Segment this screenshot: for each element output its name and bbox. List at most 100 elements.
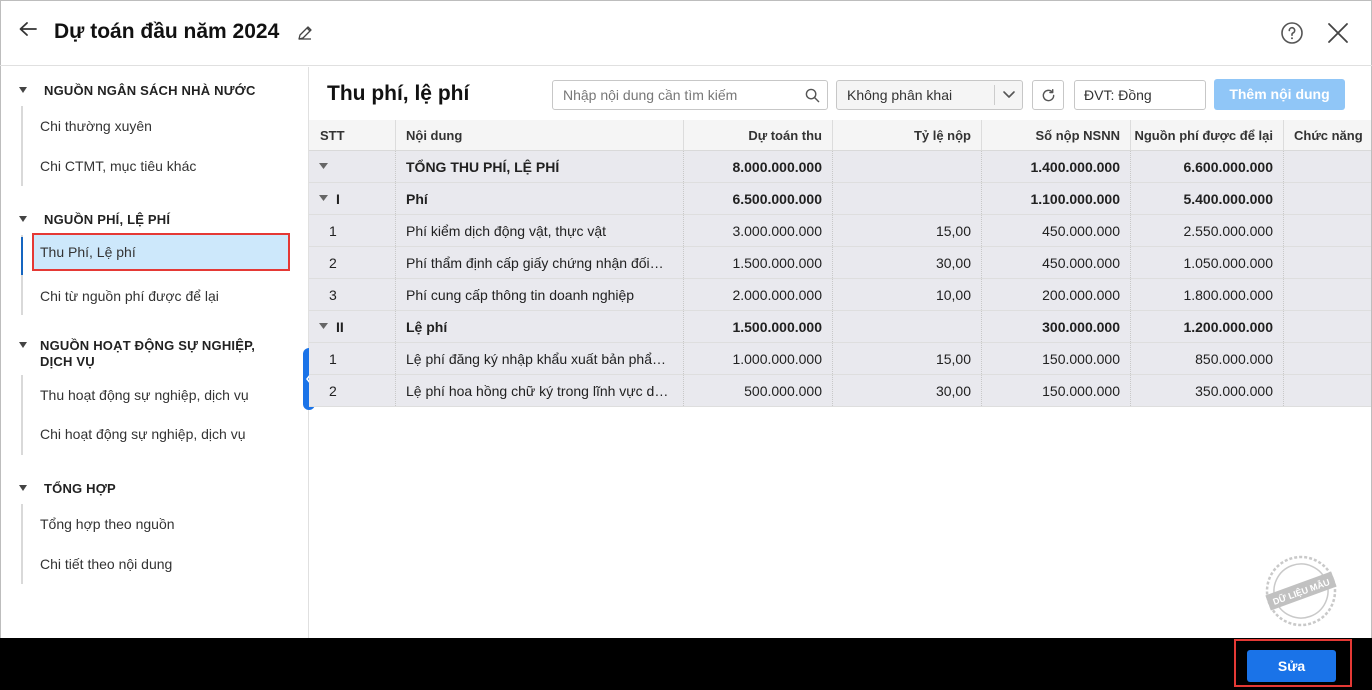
dialog-header: Dự toán đầu năm 2024: [0, 0, 1372, 66]
caret-down-icon: [319, 195, 328, 201]
active-indicator: [21, 237, 23, 275]
cell-du-toan-thu: 1.000.000.000: [684, 343, 833, 374]
table-row[interactable]: 2 Phí thẩm định cấp giấy chứng nhận đối……: [309, 247, 1371, 279]
sidebar-group-hoat-dong-su-nghiep[interactable]: NGUỒN HOẠT ĐỘNG SỰ NGHIỆP, DỊCH VỤ: [18, 338, 255, 370]
cell-content: Phí kiểm dịch động vật, thực vật: [396, 215, 684, 246]
cell-so-nop-nsnn: 1.100.000.000: [982, 183, 1131, 214]
column-header-stt[interactable]: STT: [309, 120, 396, 150]
table-row[interactable]: 3 Phí cung cấp thông tin doanh nghiệp 2.…: [309, 279, 1371, 311]
cell-nguon-phi: 350.000.000: [1131, 375, 1284, 406]
cell-so-nop-nsnn: 1.400.000.000: [982, 151, 1131, 182]
sidebar-group-ngan-sach[interactable]: NGUỒN NGÂN SÁCH NHÀ NƯỚC: [18, 83, 256, 98]
sidebar-group-label-cont: DỊCH VỤ: [40, 354, 95, 369]
column-header-chuc-nang[interactable]: Chức năng: [1284, 120, 1371, 150]
sidebar-item-chi-thuong-xuyen[interactable]: Chi thường xuyên: [32, 107, 290, 145]
unit-field[interactable]: ĐVT: Đồng: [1074, 80, 1206, 110]
table-row-total[interactable]: TỔNG THU PHÍ, LỆ PHÍ 8.000.000.000 1.400…: [309, 151, 1371, 183]
cell-actions[interactable]: [1284, 215, 1371, 246]
search-input[interactable]: [553, 81, 793, 109]
search-icon[interactable]: [805, 88, 820, 103]
cell-stt: 2: [309, 375, 396, 406]
cell-content: Lệ phí: [396, 311, 684, 342]
chevron-down-icon: [1003, 91, 1015, 98]
cell-so-nop-nsnn: 450.000.000: [982, 215, 1131, 246]
cell-du-toan-thu: 3.000.000.000: [684, 215, 833, 246]
cell-content: TỔNG THU PHÍ, LỆ PHÍ: [396, 151, 684, 182]
cell-content: Phí: [396, 183, 684, 214]
allocation-select[interactable]: Không phân khai: [836, 80, 1023, 110]
sidebar-item-thu-hoat-dong[interactable]: Thu hoạt động sự nghiệp, dịch vụ: [32, 376, 290, 414]
caret-down-icon: [19, 87, 27, 93]
cell-stt: 2: [309, 247, 396, 278]
page-title: Dự toán đầu năm 2024: [54, 20, 280, 43]
table-row[interactable]: 2 Lệ phí hoa hồng chữ ký trong lĩnh vực …: [309, 375, 1371, 407]
cell-ty-le-nop: 15,00: [833, 343, 982, 374]
row-toggle[interactable]: [309, 151, 396, 182]
cell-content: Lệ phí đăng ký nhập khẩu xuất bản phẩm…: [396, 343, 684, 374]
cell-actions[interactable]: [1284, 151, 1371, 182]
pencil-icon[interactable]: [296, 24, 314, 42]
dialog-footer: Sửa: [0, 638, 1372, 690]
sidebar-group-label: TỔNG HỢP: [44, 481, 116, 496]
caret-down-icon: [319, 163, 328, 169]
cell-stt: 1: [309, 215, 396, 246]
search-box: [552, 80, 828, 110]
select-value: Không phân khai: [847, 87, 953, 103]
column-header-du-toan-thu[interactable]: Dự toán thu: [684, 120, 833, 150]
column-header-so-nop-nsnn[interactable]: Số nộp NSNN: [982, 120, 1131, 150]
group-line: [21, 504, 23, 584]
cell-ty-le-nop: 10,00: [833, 279, 982, 310]
section-title: Thu phí, lệ phí: [327, 82, 470, 105]
close-icon[interactable]: [1326, 21, 1350, 45]
cell-actions[interactable]: [1284, 343, 1371, 374]
cell-so-nop-nsnn: 450.000.000: [982, 247, 1131, 278]
row-toggle[interactable]: I: [309, 183, 396, 214]
cell-nguon-phi: 1.050.000.000: [1131, 247, 1284, 278]
group-line: [21, 106, 23, 186]
sidebar-group-label: NGUỒN NGÂN SÁCH NHÀ NƯỚC: [44, 83, 256, 98]
table-row[interactable]: 1 Phí kiểm dịch động vật, thực vật 3.000…: [309, 215, 1371, 247]
edit-button[interactable]: Sửa: [1247, 650, 1336, 682]
table-row-group[interactable]: II Lệ phí 1.500.000.000 300.000.000 1.20…: [309, 311, 1371, 343]
sidebar-item-tong-hop-theo-nguon[interactable]: Tổng hợp theo nguồn: [32, 505, 290, 543]
cell-nguon-phi: 850.000.000: [1131, 343, 1284, 374]
cell-actions[interactable]: [1284, 311, 1371, 342]
sidebar-group-tong-hop[interactable]: TỔNG HỢP: [18, 481, 116, 496]
sidebar-item-chi-tu-nguon-phi[interactable]: Chi từ nguồn phí được để lại: [32, 277, 290, 315]
sidebar-group-label: NGUỒN PHÍ, LỆ PHÍ: [44, 212, 171, 227]
table-header: STT Nội dung Dự toán thu Tỷ lệ nộp Số nộ…: [309, 120, 1371, 151]
sidebar-item-chi-ctmt[interactable]: Chi CTMT, mục tiêu khác: [32, 147, 290, 185]
column-header-ty-le-nop[interactable]: Tỷ lệ nộp: [833, 120, 982, 150]
table-row-group[interactable]: I Phí 6.500.000.000 1.100.000.000 5.400.…: [309, 183, 1371, 215]
caret-down-icon: [319, 323, 328, 329]
table-row[interactable]: 1 Lệ phí đăng ký nhập khẩu xuất bản phẩm…: [309, 343, 1371, 375]
sidebar-item-chi-hoat-dong[interactable]: Chi hoạt động sự nghiệp, dịch vụ: [32, 415, 290, 453]
cell-ty-le-nop: [833, 311, 982, 342]
cell-actions[interactable]: [1284, 183, 1371, 214]
row-toggle[interactable]: II: [309, 311, 396, 342]
add-content-button[interactable]: Thêm nội dung: [1214, 79, 1345, 110]
cell-actions[interactable]: [1284, 247, 1371, 278]
cell-du-toan-thu: 1.500.000.000: [684, 247, 833, 278]
sidebar-item-chi-tiet-theo-noi-dung[interactable]: Chi tiết theo nội dung: [32, 545, 290, 583]
help-icon[interactable]: [1280, 21, 1304, 45]
back-button[interactable]: [14, 16, 42, 44]
cell-ty-le-nop: 15,00: [833, 215, 982, 246]
column-header-nguon-phi[interactable]: Nguồn phí được để lại: [1131, 120, 1284, 150]
column-header-noi-dung[interactable]: Nội dung: [396, 120, 684, 150]
cell-so-nop-nsnn: 200.000.000: [982, 279, 1131, 310]
refresh-icon: [1042, 88, 1055, 102]
refresh-button[interactable]: [1032, 80, 1064, 110]
cell-actions[interactable]: [1284, 375, 1371, 406]
group-line: [21, 375, 23, 455]
sidebar: NGUỒN NGÂN SÁCH NHÀ NƯỚC Chi thường xuyê…: [0, 67, 309, 638]
cell-nguon-phi: 6.600.000.000: [1131, 151, 1284, 182]
sidebar-group-phi-le-phi[interactable]: NGUỒN PHÍ, LỆ PHÍ: [18, 212, 170, 227]
cell-nguon-phi: 5.400.000.000: [1131, 183, 1284, 214]
sidebar-item-thu-phi-le-phi[interactable]: Thu Phí, Lệ phí: [32, 233, 290, 271]
caret-down-icon: [19, 342, 27, 348]
caret-down-icon: [19, 485, 27, 491]
cell-ty-le-nop: [833, 151, 982, 182]
cell-actions[interactable]: [1284, 279, 1371, 310]
cell-du-toan-thu: 1.500.000.000: [684, 311, 833, 342]
